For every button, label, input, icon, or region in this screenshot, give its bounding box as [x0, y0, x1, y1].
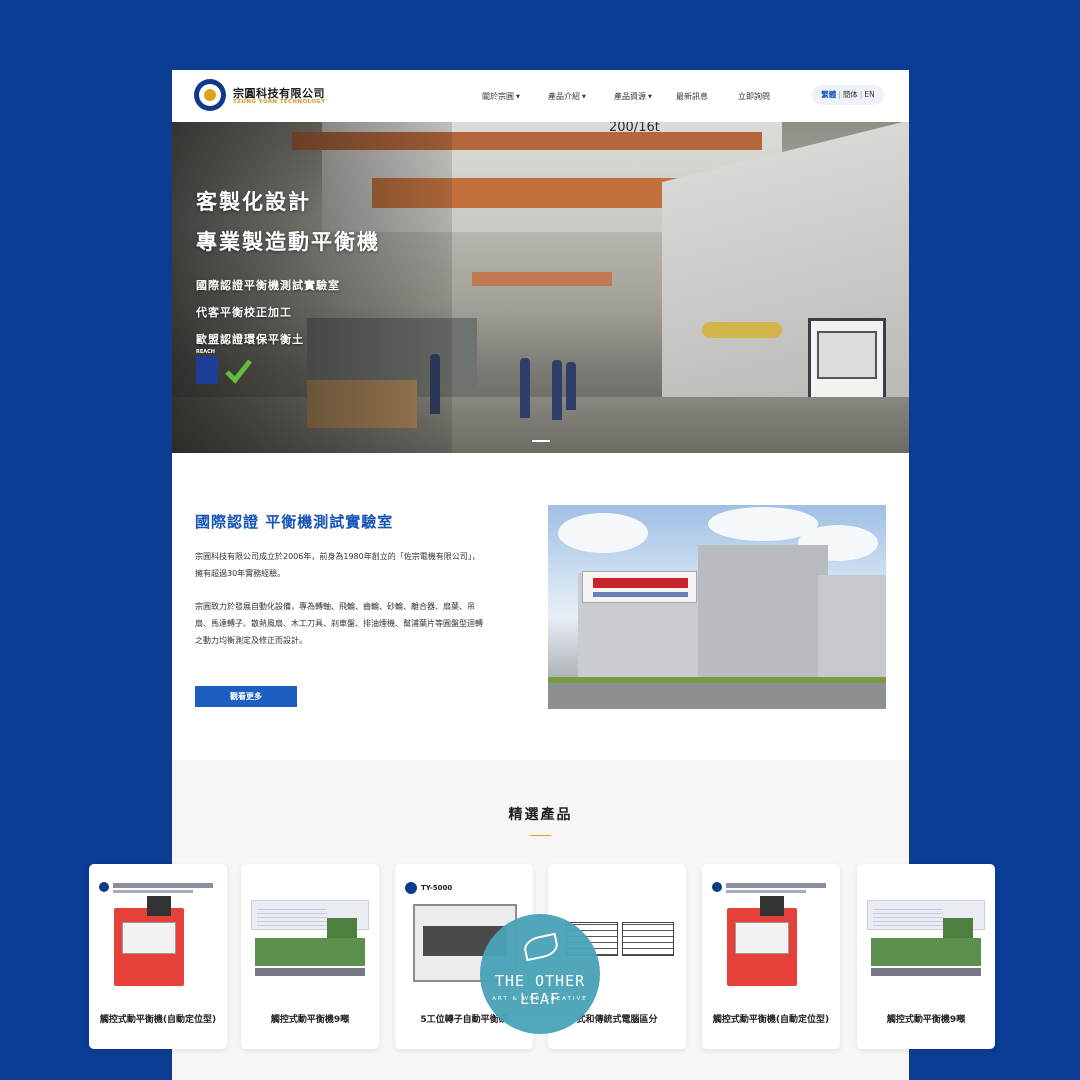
company-logo-icon	[99, 882, 109, 892]
about-paragraph-2: 宗圓致力於發展自動化設備，專為轉軸、飛輪、齒輪、砂輪、離合器、扇葉、吊扇、馬達轉…	[195, 602, 483, 645]
carousel-indicator[interactable]	[532, 440, 550, 442]
product-image	[867, 878, 985, 988]
comparison-table	[622, 922, 674, 956]
hero-banner[interactable]: 200/16t 客製化設計 專業製造動平衡機 國際認證平衡機測試實驗室 代客平衡…	[172, 122, 909, 453]
hero-feature-1: 國際認證平衡機測試實驗室	[196, 279, 340, 292]
control-panel	[808, 318, 886, 400]
watermark-badge: THE OTHER LEAF ART & WEB CREATIVE	[480, 914, 600, 1034]
machine-screen	[760, 896, 784, 916]
company-logo-icon[interactable]	[194, 79, 226, 111]
about-paragraph-1: 宗圓科技有限公司成立於2006年，前身為1980年創立的「佐宗電機有限公司」，擁…	[195, 552, 480, 578]
product-card[interactable]: 觸控式動平衡機(自動定位型)	[702, 864, 840, 1049]
rohs-check-icon	[225, 359, 252, 384]
site-header: 宗圓科技有限公司 TZUNG YUAN TECHNOLOGY 關於宗圓 ▼ 產品介…	[172, 70, 909, 122]
reach-label: REACH	[196, 349, 215, 355]
nav-item-resources[interactable]: 產品資源 ▼	[614, 91, 652, 102]
spec-header	[113, 883, 213, 888]
spec-table	[873, 906, 943, 926]
product-image	[712, 878, 830, 988]
chevron-down-icon: ▼	[516, 94, 520, 100]
machine-frame	[727, 908, 797, 986]
hero-title-1: 客製化設計	[196, 190, 311, 214]
hero-feature-3: 歐盟認證環保平衡土	[196, 333, 304, 346]
company-logo-icon	[405, 882, 417, 894]
spec-header	[726, 883, 826, 888]
building	[698, 545, 828, 685]
crane-beam	[472, 272, 612, 286]
featured-title: 精選產品	[508, 807, 573, 823]
company-building-photo	[548, 505, 886, 709]
view-more-button[interactable]: 觀看更多	[195, 686, 297, 707]
product-name: 觸控式動平衡機(自動定位型)	[99, 1015, 217, 1025]
ground	[548, 683, 886, 709]
machine-body	[255, 938, 365, 966]
nav-item-news[interactable]: 最新訊息	[676, 91, 708, 102]
title-underline	[530, 835, 551, 836]
company-logo-icon	[712, 882, 722, 892]
product-card[interactable]: 觸控式動平衡機9噸	[241, 864, 379, 1049]
lang-en[interactable]: EN	[864, 90, 874, 99]
nav-item-products[interactable]: 產品介紹 ▼	[548, 91, 586, 102]
product-name: 觸控式動平衡機9噸	[886, 1015, 966, 1025]
reach-logo: REACH	[196, 349, 218, 384]
machine-screen	[147, 896, 171, 916]
product-card[interactable]: 觸控式動平衡機(自動定位型)	[89, 864, 227, 1049]
product-model: TY-5000	[421, 884, 453, 892]
company-sign	[582, 571, 697, 603]
chevron-down-icon: ▼	[648, 94, 652, 100]
lang-separator: |	[859, 90, 863, 99]
worker	[552, 360, 562, 420]
language-switcher: 繁體 | 簡体 | EN	[812, 85, 884, 105]
nav-label: 產品介紹	[548, 92, 580, 101]
product-card[interactable]: 觸控式動平衡機9噸	[857, 864, 995, 1049]
brand-name-en: TZUNG YUAN TECHNOLOGY	[233, 99, 326, 105]
machine-part	[702, 322, 782, 338]
nav-label: 最新訊息	[676, 92, 708, 101]
spec-subheader	[113, 890, 193, 893]
crane-capacity-label: 200/16t	[609, 122, 660, 135]
building	[818, 575, 886, 685]
nav-label: 產品資源	[614, 92, 646, 101]
nav-label: 關於宗圓	[482, 92, 514, 101]
machine-frame	[114, 908, 184, 986]
watermark-subtitle: ART & WEB CREATIVE	[492, 996, 588, 1002]
hero-title-2: 專業製造動平衡機	[196, 230, 380, 254]
machine-body	[871, 938, 981, 966]
product-image	[251, 878, 369, 988]
watermark-title: THE OTHER LEAF	[494, 972, 586, 1008]
nav-item-about[interactable]: 關於宗圓 ▼	[482, 91, 520, 102]
spec-table	[257, 906, 327, 926]
product-name: 觸控式動平衡機(自動定位型)	[712, 1015, 830, 1025]
nav-item-inquiry[interactable]: 立即詢問	[738, 91, 770, 102]
machine-base	[255, 968, 365, 976]
nav-label: 立即詢問	[738, 92, 770, 101]
product-image	[99, 878, 217, 988]
product-name: 觸控式動平衡機9噸	[270, 1015, 350, 1025]
spec-subheader	[726, 890, 806, 893]
leaf-icon	[522, 932, 560, 962]
machine-base	[871, 968, 981, 976]
about-title: 國際認證 平衡機測試實驗室	[195, 513, 394, 531]
worker	[566, 362, 576, 410]
hero-feature-2: 代客平衡校正加工	[196, 306, 292, 319]
worker	[520, 358, 530, 418]
lang-zh-tw[interactable]: 繁體	[821, 90, 836, 99]
cloud	[558, 513, 648, 553]
lang-zh-cn[interactable]: 簡体	[843, 90, 858, 99]
chevron-down-icon: ▼	[582, 94, 586, 100]
lang-separator: |	[838, 90, 841, 99]
